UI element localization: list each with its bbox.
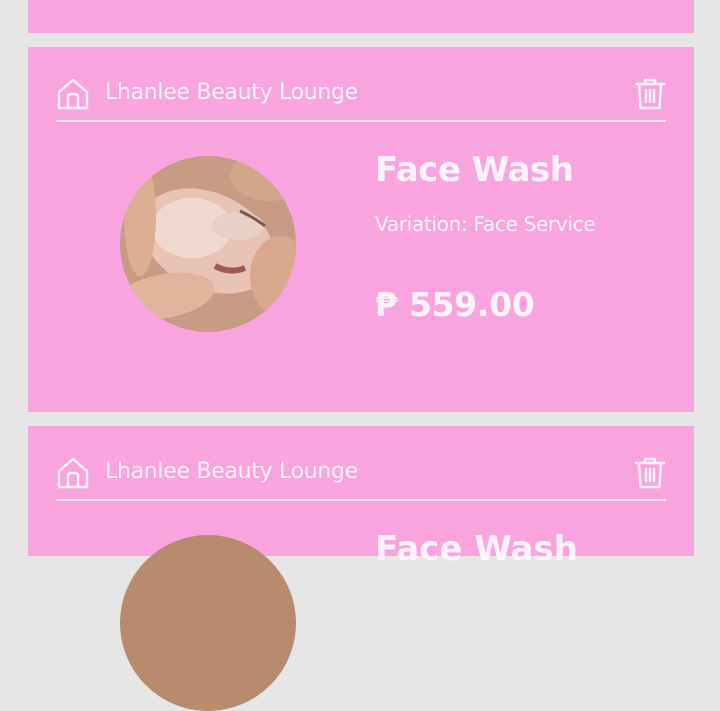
shop-name[interactable]: Lhanlee Beauty Lounge <box>105 80 358 105</box>
cart-item-header: Lhanlee Beauty Lounge <box>56 72 666 122</box>
cart-item-header: Lhanlee Beauty Lounge <box>56 451 666 501</box>
home-icon <box>57 457 89 489</box>
trash-icon[interactable] <box>634 77 666 111</box>
cart-item-card: Lhanlee Beauty Lounge Face Wash <box>28 426 694 711</box>
product-title[interactable]: Face Wash <box>375 529 578 569</box>
product-variation: Variation: Face Service <box>375 212 596 236</box>
trash-icon[interactable] <box>634 456 666 490</box>
product-thumbnail[interactable] <box>120 156 296 332</box>
product-price: ₱ 559.00 <box>375 285 535 324</box>
shop-name[interactable]: Lhanlee Beauty Lounge <box>105 459 358 484</box>
cart-item-card-previous <box>28 0 694 33</box>
facial-treatment-photo <box>120 156 296 332</box>
product-thumbnail[interactable] <box>120 535 296 711</box>
product-title[interactable]: Face Wash <box>375 150 574 190</box>
home-icon <box>57 78 89 110</box>
cart-item-card: Lhanlee Beauty Lounge Face Wash Variatio… <box>28 47 694 412</box>
